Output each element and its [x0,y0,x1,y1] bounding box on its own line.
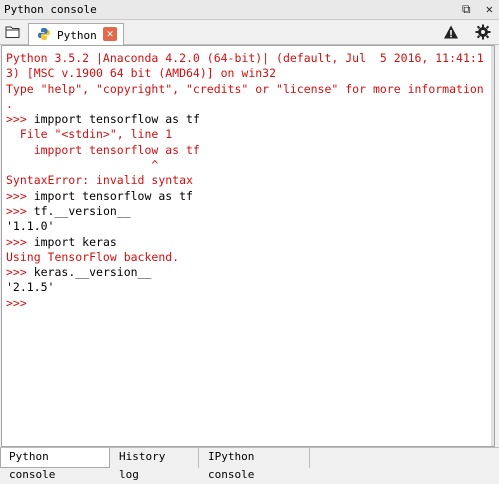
console-text: tf.__version__ [33,203,131,218]
python-icon [38,28,50,40]
console-text: Type "help", "copyright", "credits" or "… [6,81,484,96]
console-prompt: >>> [6,295,34,310]
console-text: Python 3.5.2 |Anaconda 4.2.0 (64-bit)| (… [6,51,484,65]
tab-history-log[interactable]: History log [111,448,199,481]
console-text: impport tensorflow as tf [33,112,200,127]
folder-icon[interactable] [5,25,21,39]
tab-python-1[interactable]: Python 1 ✕ [28,23,124,45]
console-line: 3) [MSC v.1900 64 bit (AMD64)] on win32 [6,66,490,81]
console-output[interactable]: Python 3.5.2 |Anaconda 4.2.0 (64-bit)| (… [1,45,495,447]
console-line: SyntaxError: invalid syntax [6,173,490,188]
window-title: Python console [4,3,97,16]
console-prompt: >>> [6,203,34,218]
console-text: ^ [6,158,159,173]
tab-ipython-console[interactable]: IPython console [200,448,310,481]
console-line: Python 3.5.2 |Anaconda 4.2.0 (64-bit)| (… [6,51,490,66]
gear-icon[interactable] [475,24,491,40]
tab-label: Python console [9,450,56,481]
console-text: SyntaxError: invalid syntax [6,173,193,188]
console-line: . [6,97,490,112]
console-text: import tensorflow as tf [33,188,193,203]
console-lines: Python 3.5.2 |Anaconda 4.2.0 (64-bit)| (… [6,51,490,311]
console-line: impport tensorflow as tf [6,143,490,158]
bottom-tab-bar: Python console History log IPython conso… [0,447,499,481]
console-line: File "<stdin>", line 1 [6,127,490,142]
console-text: Using TensorFlow backend. [6,249,180,264]
console-text: . [6,96,13,111]
console-line: Type "help", "copyright", "credits" or "… [6,82,490,97]
tab-close-icon[interactable]: ✕ [103,27,117,41]
console-line: '2.1.5' [6,280,490,295]
tab-python-console[interactable]: Python console [0,448,110,481]
console-line: '1.1.0' [6,219,490,234]
warning-icon[interactable] [443,24,459,40]
console-text: '2.1.5' [6,280,55,295]
console-text: '1.1.0' [6,219,55,234]
console-line: ^ [6,158,490,173]
console-text: impport tensorflow as tf [6,142,200,157]
console-prompt: >>> [6,234,34,249]
scrollbar[interactable] [491,46,494,446]
console-prompt: >>> [6,265,34,280]
tab-label: History log [119,450,166,481]
console-line: >>> keras.__version__ [6,265,490,280]
console-prompt: >>> [6,188,34,203]
console-line: >>> import tensorflow as tf [6,189,490,204]
console-prompt: >>> [6,112,34,127]
console-line: Using TensorFlow backend. [6,250,490,265]
console-text: 3) [MSC v.1900 64 bit (AMD64)] on win32 [6,66,277,81]
console-line: >>> import keras [6,235,490,250]
console-toolbar: Python 1 ✕ [0,20,499,45]
console-line: >>> impport tensorflow as tf [6,112,490,127]
title-bar: Python console ⧉ ✕ [0,0,499,20]
console-text: File "<stdin>", line 1 [6,127,173,142]
restore-icon[interactable]: ⧉ [462,2,471,17]
close-icon[interactable]: ✕ [486,2,493,16]
tab-label: IPython console [208,450,255,481]
console-line: >>> tf.__version__ [6,204,490,219]
console-text: keras.__version__ [33,265,152,280]
console-line: >>> [6,296,490,311]
console-text: import keras [33,234,117,249]
